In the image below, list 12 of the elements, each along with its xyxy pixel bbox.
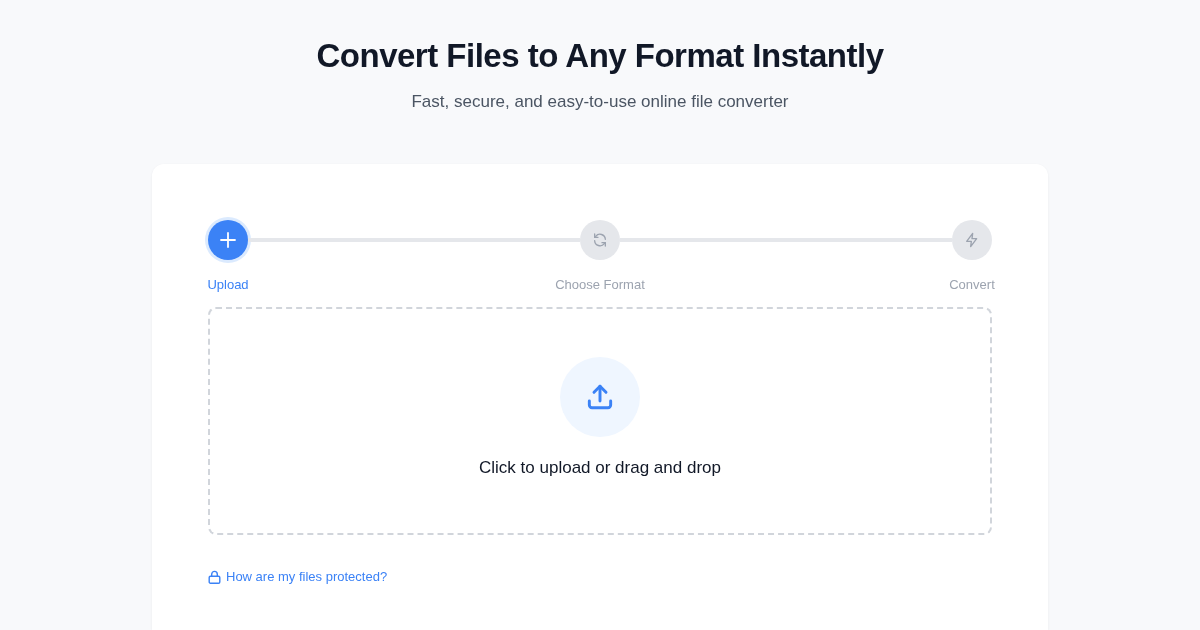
plus-icon — [219, 231, 237, 249]
step-label: Convert — [949, 277, 995, 293]
upload-dropzone[interactable]: Click to upload or drag and drop — [208, 307, 992, 535]
lightning-icon — [964, 232, 980, 248]
dropzone-instructions: Click to upload or drag and drop — [479, 457, 721, 479]
lock-icon — [208, 570, 221, 584]
step-label: Upload — [207, 277, 249, 293]
page-title: Convert Files to Any Format Instantly — [316, 36, 884, 76]
security-info-link[interactable]: How are my files protected? — [208, 569, 388, 585]
refresh-icon — [592, 232, 608, 248]
page-subtitle: Fast, secure, and easy-to-use online file converter — [411, 91, 789, 113]
step-label: Choose Format — [555, 277, 645, 293]
